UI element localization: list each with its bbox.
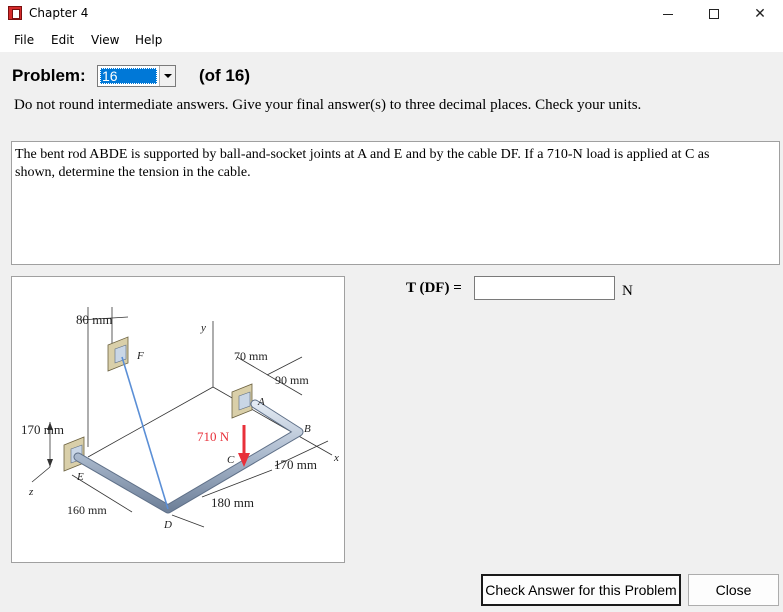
title-bar: Chapter 4 ✕ — [0, 0, 783, 28]
point-D-label: D — [163, 519, 172, 531]
maximize-button[interactable] — [691, 0, 737, 28]
window-title: Chapter 4 — [29, 6, 89, 20]
load-label: 710 N — [197, 429, 230, 444]
dim-70-label: 70 mm — [234, 349, 268, 363]
problem-statement-line1: The bent rod ABDE is supported by ball-a… — [15, 147, 710, 162]
axis-x-label: x — [333, 452, 339, 464]
dim-80-label: 80 mm — [76, 312, 112, 327]
app-book-icon — [8, 6, 22, 20]
dim-170-left-label: 170 mm — [21, 422, 64, 437]
problem-select[interactable]: 16 — [97, 65, 176, 87]
instructions-text: Do not round intermediate answers. Give … — [14, 97, 642, 113]
dim-160-label: 160 mm — [67, 503, 107, 517]
window-close-button[interactable]: ✕ — [737, 0, 783, 28]
point-A-label: A — [257, 396, 265, 408]
close-button[interactable]: Close — [688, 574, 779, 606]
menu-view[interactable]: View — [91, 33, 119, 47]
problem-statement-line2: shown, determine the tension in the cabl… — [15, 165, 251, 180]
problem-count: (of 16) — [199, 66, 250, 85]
answer-unit: N — [622, 283, 633, 299]
dim-90-label: 90 mm — [275, 373, 309, 387]
problem-figure: 80 mm 70 mm 90 mm 170 mm 170 mm 160 mm 1… — [11, 276, 345, 563]
point-C-label: C — [227, 454, 235, 466]
point-B-label: B — [304, 423, 311, 435]
close-icon: ✕ — [754, 6, 766, 22]
minimize-icon — [663, 13, 673, 15]
point-F-label: F — [136, 350, 144, 362]
axis-y-label: y — [200, 322, 206, 334]
menu-help[interactable]: Help — [135, 33, 162, 47]
problem-statement: The bent rod ABDE is supported by ball-a… — [11, 141, 780, 265]
answer-input[interactable] — [474, 276, 615, 300]
axis-z-label: z — [28, 486, 34, 498]
minimize-button[interactable] — [645, 0, 691, 28]
chevron-down-icon — [163, 74, 172, 78]
bracket-A — [231, 383, 253, 419]
answer-label: T (DF) = — [406, 280, 462, 296]
menu-file[interactable]: File — [14, 33, 34, 47]
point-E-label: E — [76, 471, 84, 483]
problem-select-value: 16 — [100, 68, 157, 84]
dim-180-label: 180 mm — [211, 495, 254, 510]
dropdown-arrow[interactable] — [159, 66, 175, 86]
menu-bar: File Edit View Help — [0, 28, 783, 52]
maximize-icon — [709, 9, 719, 19]
menu-edit[interactable]: Edit — [51, 33, 74, 47]
check-answer-button[interactable]: Check Answer for this Problem — [481, 574, 681, 606]
dim-170-right-label: 170 mm — [274, 457, 317, 472]
problem-label: Problem: — [12, 66, 86, 85]
